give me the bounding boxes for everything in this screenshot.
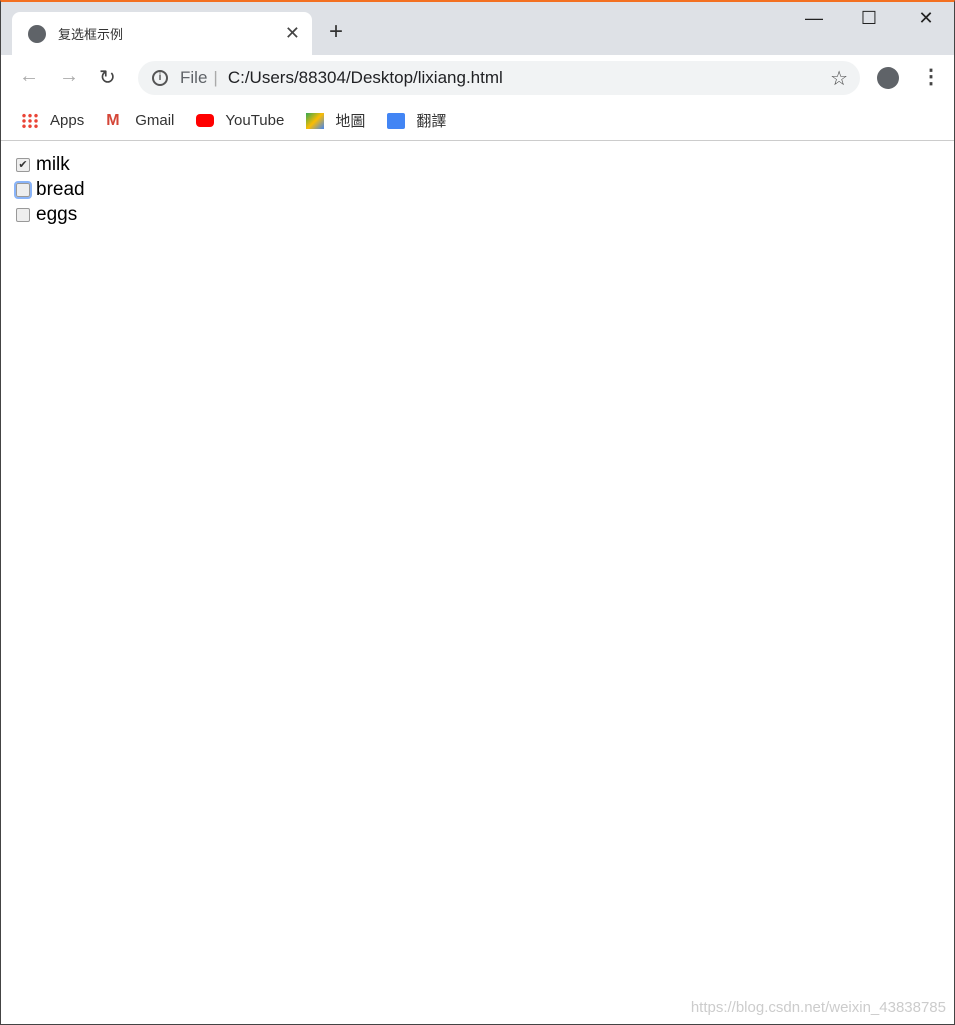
forward-button[interactable]: → (59, 65, 79, 88)
close-window-button[interactable]: ✕ (906, 8, 946, 29)
minimize-button[interactable]: — (794, 8, 834, 29)
checkbox-label: milk (36, 153, 70, 175)
milk-checkbox[interactable]: ✔ (16, 157, 30, 172)
active-tab[interactable]: 复选框示例 ✕ (12, 12, 312, 55)
checkbox-row-milk[interactable]: ✔ milk (16, 152, 85, 177)
checkbox-row-eggs[interactable]: eggs (16, 202, 85, 227)
info-icon[interactable]: i (152, 70, 168, 86)
reload-button[interactable]: ↻ (99, 65, 116, 90)
tab-close-icon[interactable]: ✕ (285, 23, 300, 44)
url-text[interactable]: C:/Users/88304/Desktop/lixiang.html (228, 68, 503, 88)
address-bar[interactable]: i File | C:/Users/88304/Desktop/lixiang.… (138, 61, 860, 95)
bookmark-apps[interactable]: Apps (21, 112, 84, 129)
bookmark-star-icon[interactable]: ☆ (830, 66, 848, 91)
scheme-label: File (180, 68, 208, 87)
apps-grid-icon (21, 112, 39, 129)
maps-icon (306, 112, 325, 129)
bookmark-label: 地圖 (335, 113, 366, 130)
bookmark-translate[interactable]: 翻譯 (387, 110, 446, 131)
profile-avatar-icon[interactable] (877, 67, 899, 89)
globe-icon (28, 24, 46, 43)
page-content: ✔ milk bread eggs (14, 152, 85, 227)
gmail-icon: M (106, 111, 120, 129)
watermark: https://blog.csdn.net/weixin_43838785 (690, 999, 946, 1016)
maximize-button[interactable]: ☐ (849, 8, 889, 29)
checkbox-row-bread[interactable]: bread (14, 177, 85, 202)
separator: | (213, 68, 218, 87)
toolbar: ← → ↻ i File | C:/Users/88304/Desktop/li… (1, 55, 954, 101)
bookmark-label: Apps (50, 112, 85, 129)
bookmark-label: Gmail (135, 112, 175, 129)
eggs-checkbox[interactable] (16, 207, 30, 222)
bookmark-label: 翻譯 (416, 113, 447, 130)
bookmark-gmail[interactable]: M Gmail (106, 112, 174, 129)
youtube-icon (196, 114, 215, 127)
bookmark-label: YouTube (225, 112, 285, 129)
checkbox-label: bread (36, 178, 85, 200)
back-button[interactable]: ← (19, 65, 39, 88)
translate-icon (387, 112, 406, 129)
menu-button[interactable]: ⋮ (921, 64, 941, 89)
bookmark-youtube[interactable]: YouTube (196, 112, 284, 129)
tab-strip: 复选框示例 ✕ + — ☐ ✕ (1, 2, 954, 55)
checkbox-label: eggs (36, 203, 78, 225)
bookmarks-bar: Apps M Gmail YouTube 地圖 翻譯 (1, 101, 954, 141)
tab-title: 复选框示例 (58, 27, 124, 42)
bread-checkbox[interactable] (14, 180, 32, 199)
new-tab-button[interactable]: + (329, 18, 343, 46)
bookmark-maps[interactable]: 地圖 (306, 110, 365, 131)
